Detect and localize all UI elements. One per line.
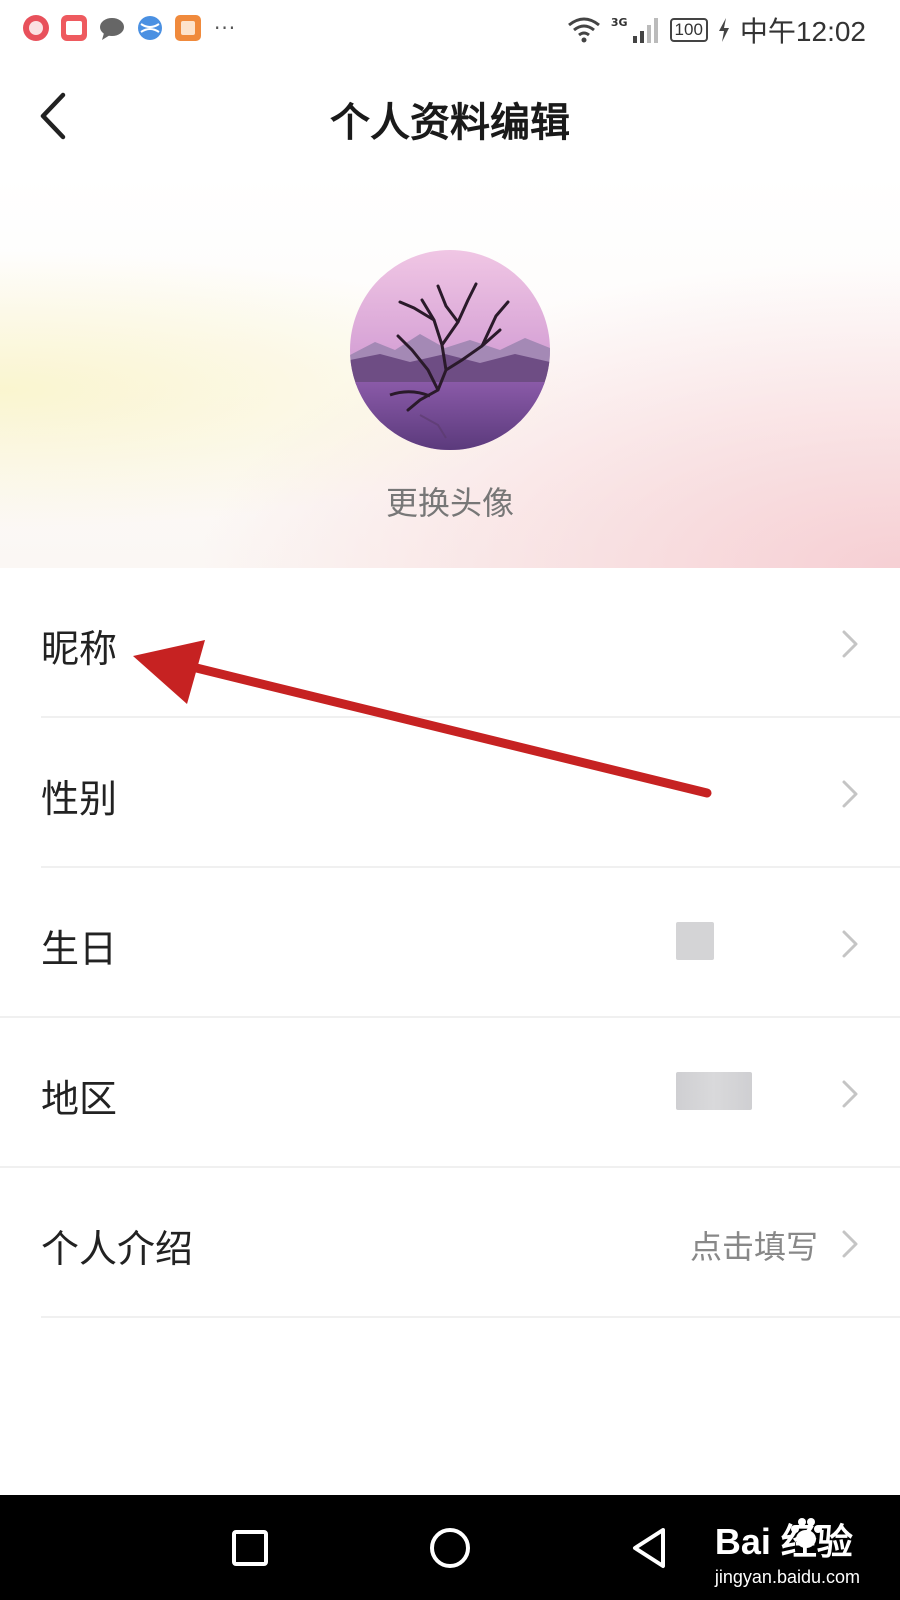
change-avatar-button[interactable]: 更换头像: [0, 478, 900, 524]
status-bar: ··· 3G 100 中午12:02: [0, 0, 900, 62]
chevron-right-icon: [842, 1230, 858, 1258]
avatar-image: [350, 250, 550, 450]
divider: [41, 1316, 900, 1318]
settings-row-nickname[interactable]: 昵称: [0, 568, 900, 718]
settings-row-birthday[interactable]: 生日: [0, 868, 900, 1018]
chevron-right-icon: [842, 930, 858, 958]
settings-row-value: 点击填写: [689, 1228, 818, 1266]
back-triangle-icon[interactable]: [625, 1523, 675, 1573]
battery-indicator: 100: [669, 18, 708, 42]
chevron-right-icon: [842, 780, 858, 808]
settings-row-label: 生日: [41, 927, 118, 971]
redacted-value: [676, 922, 714, 960]
mokao-icon: [175, 15, 201, 41]
recent-apps-icon[interactable]: [225, 1523, 275, 1573]
settings-row-bio[interactable]: 个人介绍 点击填写: [0, 1168, 900, 1318]
avatar[interactable]: [350, 250, 550, 450]
settings-row-label: 性别: [41, 777, 118, 821]
settings-row-region[interactable]: 地区: [0, 1018, 900, 1168]
settings-row-gender[interactable]: 性别: [0, 718, 900, 868]
system-nav-bar: Bai 经验 jingyan.baidu.com: [0, 1495, 900, 1600]
clock: 中午12:02: [739, 16, 866, 47]
chevron-right-icon: [842, 1080, 858, 1108]
chevron-right-icon: [842, 630, 858, 658]
status-right: 3G 100 中午12:02: [567, 12, 866, 48]
profile-header: 更换头像: [0, 172, 900, 568]
baidu-jingyan-watermark: Bai 经验 jingyan.baidu.com: [715, 1513, 860, 1588]
notification-icons: ···: [22, 14, 236, 42]
message-icon: [100, 18, 124, 40]
watermark-brand-text: Bai 经验: [714, 1521, 853, 1562]
redacted-value: [676, 1072, 752, 1110]
settings-row-label: 地区: [41, 1077, 118, 1121]
paw-icon: [790, 1518, 822, 1548]
settings-list: 昵称 性别 生日 地区 个人介绍 点击填写: [0, 568, 900, 1318]
more-notifications-indicator: ···: [214, 16, 237, 40]
profile-edit-screen: ··· 3G 100 中午12:02 个人资料编辑 更换头像 昵称 性别 生日 …: [0, 0, 900, 1600]
watermark-brand: Bai 经验: [715, 1513, 860, 1565]
reader-icon: [61, 15, 87, 41]
page-title: 个人资料编辑: [330, 100, 570, 146]
signal-icon: [632, 18, 658, 43]
settings-row-label: 昵称: [41, 627, 118, 671]
watermark-url: jingyan.baidu.com: [714, 1567, 860, 1587]
network-type-label: 3G: [610, 15, 628, 29]
weibo-icon: [23, 15, 49, 41]
charging-icon: [718, 18, 729, 42]
top-navbar: 个人资料编辑: [0, 62, 900, 172]
browser-icon: [138, 16, 162, 40]
home-icon[interactable]: [425, 1523, 475, 1573]
settings-row-label: 个人介绍: [41, 1227, 194, 1271]
wifi-icon: [567, 17, 600, 43]
